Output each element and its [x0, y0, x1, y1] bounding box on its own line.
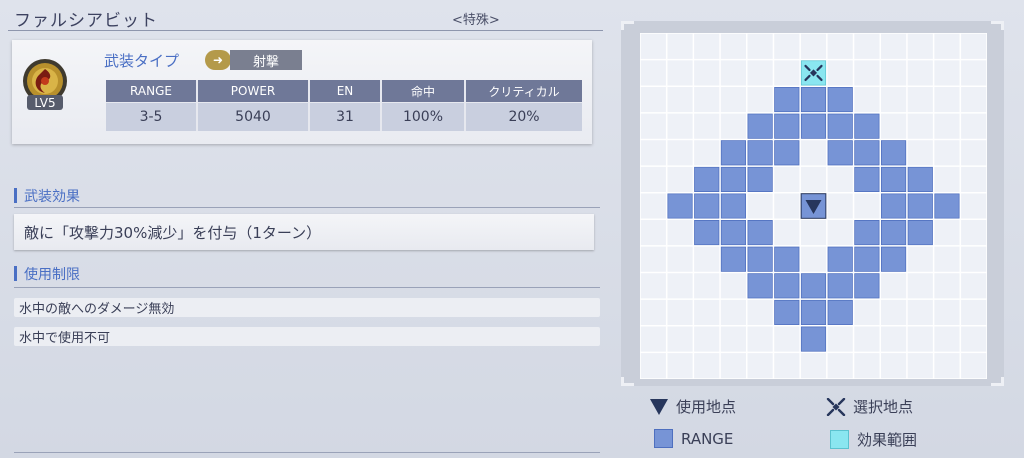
range-cell [827, 299, 854, 326]
stat-value-accuracy: 100% [381, 102, 466, 131]
attack-range-grid [640, 33, 987, 379]
stat-header-power: POWER [197, 80, 310, 103]
range-cell [827, 139, 854, 166]
range-cell [667, 193, 693, 219]
range-cell [800, 86, 827, 113]
restriction-heading-marker [14, 266, 17, 281]
bottom-divider [14, 452, 600, 453]
weapon-type-value: 射撃 [230, 50, 302, 70]
range-swatch-icon [654, 429, 673, 448]
restriction-heading: 使用制限 [24, 267, 80, 283]
weapon-stats-table: RANGE POWER EN 命中 クリティカル 3-5 5040 31 100… [106, 80, 582, 131]
stat-header-range: RANGE [106, 80, 198, 103]
grid-corner-mark [621, 21, 634, 30]
range-cell [773, 299, 800, 326]
range-cell [854, 139, 880, 166]
stat-value-critical: 20% [465, 102, 582, 131]
grid-corner-mark [991, 377, 1004, 386]
range-cell [773, 273, 800, 299]
range-cell [720, 219, 747, 246]
range-cell [854, 246, 880, 273]
range-cell [854, 219, 880, 246]
effect-heading-marker [14, 188, 17, 203]
legend-selected-point: 選択地点 [826, 396, 913, 417]
range-cell [693, 219, 720, 246]
range-cell [720, 193, 747, 219]
range-cell [827, 86, 854, 113]
legend-use-point: 使用地点 [650, 396, 736, 417]
range-cell [747, 139, 773, 166]
range-cell [880, 166, 907, 193]
range-cell [880, 139, 907, 166]
range-cell [800, 273, 827, 299]
range-cell [800, 326, 827, 352]
range-cell [907, 166, 934, 193]
legend-use-point-label: 使用地点 [676, 398, 737, 416]
range-cell [747, 113, 773, 139]
svg-text:LV5: LV5 [34, 96, 55, 110]
range-cell [693, 166, 720, 193]
restriction-item: 水中で使用不可 [14, 327, 600, 346]
selected-point-crosshair-icon [826, 397, 846, 416]
stat-header-critical: クリティカル [465, 80, 582, 103]
range-cell [773, 139, 800, 166]
legend-effect-range: 効果範囲 [830, 429, 917, 450]
weapon-category: <特殊> [452, 13, 500, 28]
effect-description: 敵に「攻撃力30%減少」を付与（1ターン） [14, 214, 594, 250]
range-cell [854, 273, 880, 299]
effect-heading-divider [14, 207, 600, 208]
range-cell [880, 193, 907, 219]
stat-value-en: 31 [309, 102, 382, 131]
weapon-level-emblem-icon: LV5 [21, 55, 69, 115]
range-cell [827, 246, 854, 273]
restriction-item: 水中の敵へのダメージ無効 [14, 298, 600, 317]
legend-effect-range-label: 効果範囲 [857, 431, 918, 449]
range-cell [747, 246, 773, 273]
range-cell [854, 166, 880, 193]
restriction-heading-divider [14, 287, 600, 288]
stat-header-en: EN [309, 80, 382, 103]
effect-heading: 武装効果 [24, 189, 80, 205]
range-cell [880, 246, 907, 273]
range-cell [827, 273, 854, 299]
range-cell [747, 166, 773, 193]
grid-corner-mark [621, 377, 634, 386]
range-cell [854, 113, 880, 139]
shooting-type-icon: ➜ [205, 50, 231, 70]
range-cell [800, 113, 827, 139]
range-cell [907, 193, 934, 219]
legend-selected-point-label: 選択地点 [853, 398, 914, 416]
range-cell [907, 219, 934, 246]
range-cell [720, 139, 747, 166]
use-point-triangle-icon [650, 398, 668, 415]
range-cell [693, 193, 720, 219]
effect-range-swatch-icon [830, 430, 849, 449]
range-cell [720, 166, 747, 193]
range-cell [880, 219, 907, 246]
header-divider [8, 30, 603, 31]
range-cell [800, 299, 827, 326]
range-cell [747, 219, 773, 246]
range-cell [720, 246, 747, 273]
stat-value-power: 5040 [197, 102, 310, 131]
legend-range: RANGE [654, 429, 733, 448]
weapon-type-label: 武装タイプ [104, 52, 180, 70]
legend-range-label: RANGE [681, 429, 734, 448]
range-cell [934, 193, 960, 219]
range-cell [773, 86, 800, 113]
stat-header-accuracy: 命中 [381, 80, 466, 103]
weapon-name: ファルシアビット [14, 11, 158, 31]
range-cell [747, 273, 773, 299]
stat-value-range: 3-5 [106, 102, 198, 131]
range-cell [773, 113, 800, 139]
range-cell [827, 113, 854, 139]
grid-corner-mark [991, 21, 1004, 30]
range-cell [773, 246, 800, 273]
